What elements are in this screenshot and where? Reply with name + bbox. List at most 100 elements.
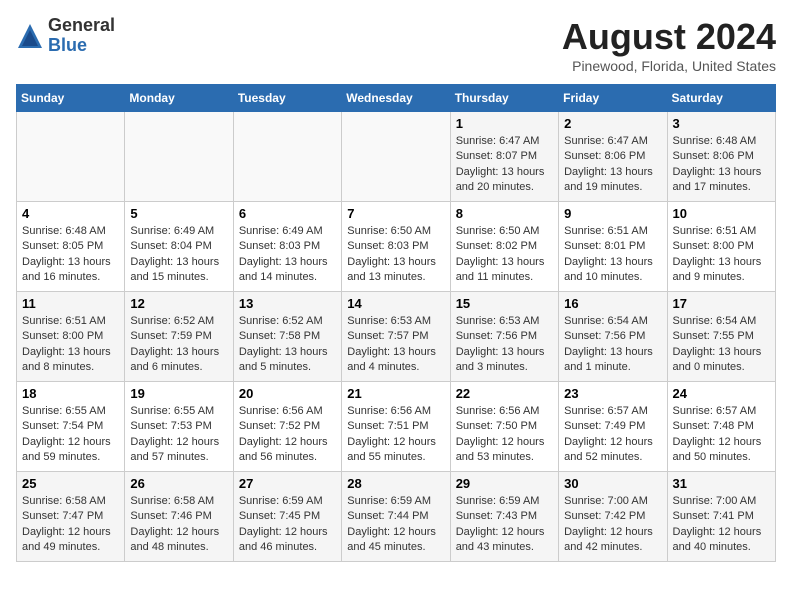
calendar-cell: 2 Sunrise: 6:47 AM Sunset: 8:06 PM Daylig… [559,112,667,202]
day-number: 13 [239,296,336,311]
title-block: August 2024 Pinewood, Florida, United St… [562,16,776,74]
day-info: Sunrise: 6:59 AM Sunset: 7:45 PM Dayligh… [239,494,336,556]
day-number: 8 [456,206,553,221]
calendar-week-row: 25Sunrise: 6:58 AM Sunset: 7:47 PM Dayli… [17,472,776,562]
day-number: 9 [564,206,661,221]
day-info: Sunrise: 6:47 AM Sunset: 8:07 PM Dayligh… [456,134,553,196]
logo-icon [16,22,44,50]
calendar-cell: 1 Sunrise: 6:47 AM Sunset: 8:07 PM Daylig… [450,112,558,202]
day-number: 28 [347,476,444,491]
calendar-week-row: 4 Sunrise: 6:48 AM Sunset: 8:05 PM Daylig… [17,202,776,292]
weekday-header-row: SundayMondayTuesdayWednesdayThursdayFrid… [17,85,776,112]
calendar-cell: 16Sunrise: 6:54 AM Sunset: 7:56 PM Dayli… [559,292,667,382]
day-number: 12 [130,296,227,311]
calendar-cell: 28 Sunrise: 6:59 AM Sunset: 7:44 PM Dayli… [342,472,450,562]
day-info: Sunrise: 6:59 AM Sunset: 7:44 PM Dayligh… [347,494,444,556]
calendar-cell: 8 Sunrise: 6:50 AM Sunset: 8:02 PM Daylig… [450,202,558,292]
day-number: 2 [564,116,661,131]
calendar-cell: 20 Sunrise: 6:56 AM Sunset: 7:52 PM Dayli… [233,382,341,472]
weekday-header: Sunday [17,85,125,112]
day-number: 5 [130,206,227,221]
day-info: Sunrise: 6:56 AM Sunset: 7:52 PM Dayligh… [239,404,336,466]
day-info: Sunrise: 6:56 AM Sunset: 7:51 PM Dayligh… [347,404,444,466]
day-info: Sunrise: 6:56 AM Sunset: 7:50 PM Dayligh… [456,404,553,466]
calendar-cell: 19Sunrise: 6:55 AM Sunset: 7:53 PM Dayli… [125,382,233,472]
calendar-week-row: 18 Sunrise: 6:55 AM Sunset: 7:54 PM Dayli… [17,382,776,472]
calendar-cell: 22Sunrise: 6:56 AM Sunset: 7:50 PM Dayli… [450,382,558,472]
day-info: Sunrise: 6:50 AM Sunset: 8:03 PM Dayligh… [347,224,444,286]
day-number: 27 [239,476,336,491]
calendar-cell: 30Sunrise: 7:00 AM Sunset: 7:42 PM Dayli… [559,472,667,562]
logo-general: General [48,16,115,36]
day-number: 19 [130,386,227,401]
day-info: Sunrise: 6:51 AM Sunset: 8:00 PM Dayligh… [673,224,770,286]
calendar-cell: 5 Sunrise: 6:49 AM Sunset: 8:04 PM Daylig… [125,202,233,292]
logo-blue: Blue [48,36,115,56]
calendar-cell: 15Sunrise: 6:53 AM Sunset: 7:56 PM Dayli… [450,292,558,382]
day-number: 7 [347,206,444,221]
day-number: 11 [22,296,119,311]
weekday-header: Monday [125,85,233,112]
day-info: Sunrise: 6:54 AM Sunset: 7:55 PM Dayligh… [673,314,770,376]
day-info: Sunrise: 6:49 AM Sunset: 8:04 PM Dayligh… [130,224,227,286]
calendar-cell [17,112,125,202]
calendar-cell: 21 Sunrise: 6:56 AM Sunset: 7:51 PM Dayli… [342,382,450,472]
day-info: Sunrise: 6:57 AM Sunset: 7:49 PM Dayligh… [564,404,661,466]
day-number: 25 [22,476,119,491]
day-number: 26 [130,476,227,491]
day-info: Sunrise: 6:48 AM Sunset: 8:05 PM Dayligh… [22,224,119,286]
logo: General Blue [16,16,115,56]
weekday-header: Saturday [667,85,775,112]
day-info: Sunrise: 6:58 AM Sunset: 7:46 PM Dayligh… [130,494,227,556]
day-info: Sunrise: 6:59 AM Sunset: 7:43 PM Dayligh… [456,494,553,556]
calendar-cell: 29 Sunrise: 6:59 AM Sunset: 7:43 PM Dayli… [450,472,558,562]
calendar-cell: 24 Sunrise: 6:57 AM Sunset: 7:48 PM Dayli… [667,382,775,472]
day-info: Sunrise: 6:52 AM Sunset: 7:59 PM Dayligh… [130,314,227,376]
calendar-cell: 17Sunrise: 6:54 AM Sunset: 7:55 PM Dayli… [667,292,775,382]
weekday-header: Thursday [450,85,558,112]
calendar-cell: 13 Sunrise: 6:52 AM Sunset: 7:58 PM Dayli… [233,292,341,382]
calendar-cell: 9 Sunrise: 6:51 AM Sunset: 8:01 PM Daylig… [559,202,667,292]
day-info: Sunrise: 6:49 AM Sunset: 8:03 PM Dayligh… [239,224,336,286]
day-number: 1 [456,116,553,131]
calendar-cell: 23 Sunrise: 6:57 AM Sunset: 7:49 PM Dayli… [559,382,667,472]
day-number: 4 [22,206,119,221]
day-number: 3 [673,116,770,131]
day-number: 20 [239,386,336,401]
day-number: 16 [564,296,661,311]
calendar-cell: 31Sunrise: 7:00 AM Sunset: 7:41 PM Dayli… [667,472,775,562]
day-number: 29 [456,476,553,491]
calendar-cell [125,112,233,202]
day-info: Sunrise: 6:52 AM Sunset: 7:58 PM Dayligh… [239,314,336,376]
month-title: August 2024 [562,16,776,58]
weekday-header: Tuesday [233,85,341,112]
day-info: Sunrise: 6:51 AM Sunset: 8:01 PM Dayligh… [564,224,661,286]
day-info: Sunrise: 6:53 AM Sunset: 7:56 PM Dayligh… [456,314,553,376]
logo-text: General Blue [48,16,115,56]
day-info: Sunrise: 6:50 AM Sunset: 8:02 PM Dayligh… [456,224,553,286]
calendar-cell: 18 Sunrise: 6:55 AM Sunset: 7:54 PM Dayli… [17,382,125,472]
day-info: Sunrise: 6:55 AM Sunset: 7:54 PM Dayligh… [22,404,119,466]
day-number: 30 [564,476,661,491]
calendar-cell: 6Sunrise: 6:49 AM Sunset: 8:03 PM Daylig… [233,202,341,292]
day-number: 21 [347,386,444,401]
page-header: General Blue August 2024 Pinewood, Flori… [16,16,776,74]
calendar-week-row: 11Sunrise: 6:51 AM Sunset: 8:00 PM Dayli… [17,292,776,382]
calendar-cell: 10Sunrise: 6:51 AM Sunset: 8:00 PM Dayli… [667,202,775,292]
day-info: Sunrise: 6:47 AM Sunset: 8:06 PM Dayligh… [564,134,661,196]
calendar-week-row: 1 Sunrise: 6:47 AM Sunset: 8:07 PM Daylig… [17,112,776,202]
day-info: Sunrise: 6:57 AM Sunset: 7:48 PM Dayligh… [673,404,770,466]
calendar-cell [342,112,450,202]
day-number: 23 [564,386,661,401]
calendar-cell: 25Sunrise: 6:58 AM Sunset: 7:47 PM Dayli… [17,472,125,562]
calendar-cell: 3Sunrise: 6:48 AM Sunset: 8:06 PM Daylig… [667,112,775,202]
calendar-cell: 14Sunrise: 6:53 AM Sunset: 7:57 PM Dayli… [342,292,450,382]
day-info: Sunrise: 6:53 AM Sunset: 7:57 PM Dayligh… [347,314,444,376]
day-number: 18 [22,386,119,401]
calendar-table: SundayMondayTuesdayWednesdayThursdayFrid… [16,84,776,562]
day-number: 24 [673,386,770,401]
calendar-cell: 4 Sunrise: 6:48 AM Sunset: 8:05 PM Daylig… [17,202,125,292]
calendar-cell: 12 Sunrise: 6:52 AM Sunset: 7:59 PM Dayli… [125,292,233,382]
calendar-cell: 27 Sunrise: 6:59 AM Sunset: 7:45 PM Dayli… [233,472,341,562]
day-info: Sunrise: 7:00 AM Sunset: 7:41 PM Dayligh… [673,494,770,556]
